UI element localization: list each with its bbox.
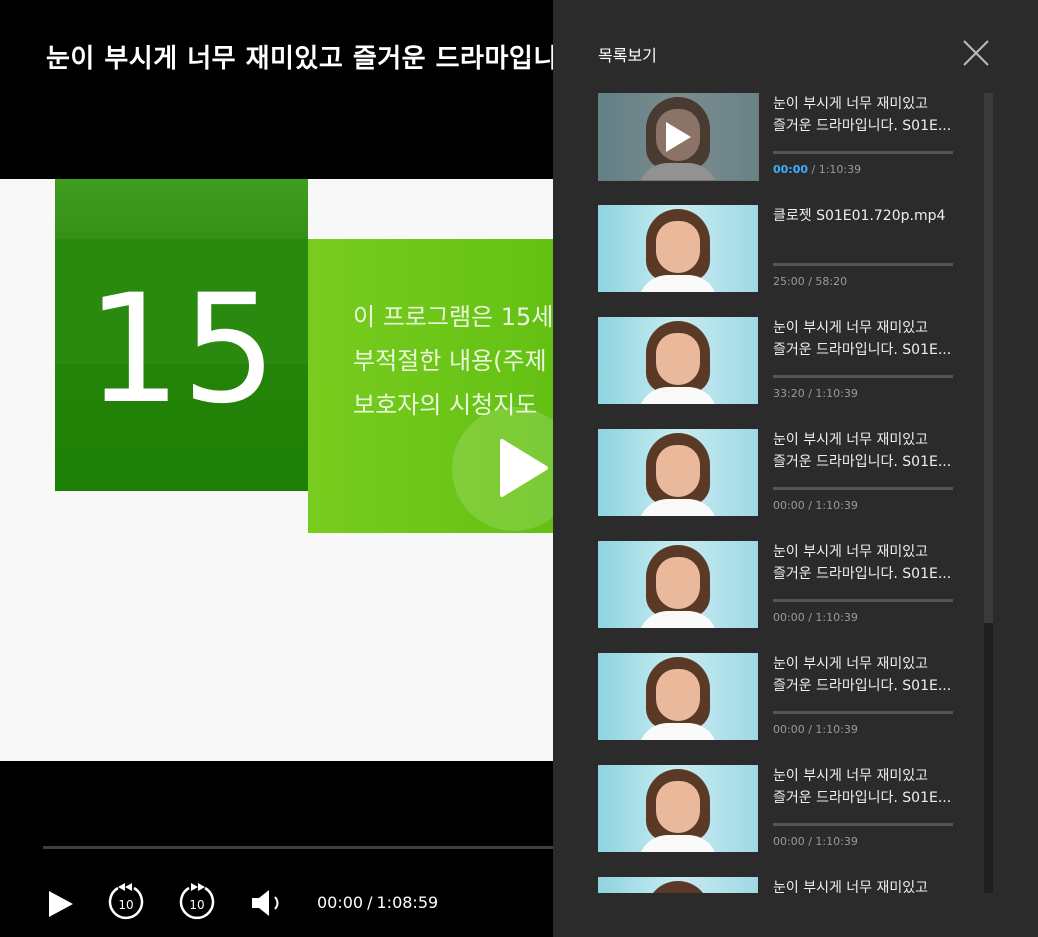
item-title: 눈이 부시게 너무 재미있고 즐거운 드라마입니다. S01E...: [773, 768, 952, 806]
video-player: 눈이 부시게 너무 재미있고 즐거운 드라마입니다 15 이 프로그램은 15세…: [0, 0, 553, 937]
playlist-item[interactable]: 눈이 부시게 너무 재미있고 즐거운 드라마입니다. S01E... 00:00 …: [598, 653, 953, 753]
playlist-title: 목록보기: [598, 46, 657, 65]
volume-button[interactable]: [250, 888, 286, 922]
close-button[interactable]: [963, 40, 989, 66]
item-time: 33:20 / 1:10:39: [773, 387, 858, 400]
time-separator: /: [367, 893, 373, 912]
playlist-item[interactable]: 눈이 부시게 너무 재미있고 즐거운 드라마입니다. S01E... 33:20 …: [598, 317, 953, 417]
age-rating-badge: 15: [55, 179, 308, 491]
item-time: 00:00 / 1:10:39: [773, 835, 858, 848]
item-time: 00:00 / 1:10:39: [773, 723, 858, 736]
video-thumbnail[interactable]: [598, 429, 758, 516]
age-rating-number: 15: [86, 263, 277, 437]
item-title: 눈이 부시게 너무 재미있고: [773, 880, 929, 893]
rewind-seconds: 10: [118, 898, 133, 912]
video-title: 눈이 부시게 너무 재미있고 즐거운 드라마입니다: [46, 44, 553, 74]
playlist-item[interactable]: 눈이 부시게 너무 재미있고: [598, 877, 953, 893]
item-time: 00:00 / 1:10:39: [773, 499, 858, 512]
item-progress-bar: [773, 263, 953, 266]
rewind-10-button[interactable]: 10: [106, 882, 146, 926]
video-thumbnail[interactable]: [598, 541, 758, 628]
total-duration: 1:08:59: [376, 893, 439, 912]
playlist-scrollbar[interactable]: [984, 93, 993, 893]
fast-forward-icon: 10: [179, 883, 215, 920]
item-time: 00:00 / 1:10:39: [773, 163, 862, 176]
video-thumbnail[interactable]: [598, 877, 758, 893]
playlist[interactable]: 눈이 부시게 너무 재미있고 즐거운 드라마입니다. S01E... 00:00 …: [598, 93, 953, 893]
forward-10-button[interactable]: 10: [177, 882, 217, 926]
playlist-item[interactable]: 눈이 부시게 너무 재미있고 즐거운 드라마입니다. S01E... 00:00 …: [598, 429, 953, 529]
play-icon: [500, 439, 548, 497]
playlist-item[interactable]: 클로젯 S01E01.720p.mp4 25:00 / 58:20: [598, 205, 953, 305]
item-progress-bar: [773, 823, 953, 826]
video-thumbnail[interactable]: [598, 765, 758, 852]
current-time: 00:00: [317, 893, 364, 912]
video-thumbnail[interactable]: [598, 317, 758, 404]
seek-bar[interactable]: [43, 846, 553, 849]
item-time: 25:00 / 58:20: [773, 275, 848, 288]
playlist-item[interactable]: 눈이 부시게 너무 재미있고 즐거운 드라마입니다. S01E... 00:00 …: [598, 93, 953, 193]
video-frame[interactable]: 15 이 프로그램은 15세 부적절한 내용(주제 보호자의 시청지도: [0, 179, 553, 761]
item-title: 눈이 부시게 너무 재미있고 즐거운 드라마입니다. S01E...: [773, 656, 952, 694]
forward-seconds: 10: [189, 898, 204, 912]
playlist-panel: 목록보기 눈이 부시게 너무 재미있고 즐거운 드라마입니다. S01E... 0…: [553, 0, 1038, 937]
video-thumbnail[interactable]: [598, 205, 758, 292]
video-thumbnail[interactable]: [598, 653, 758, 740]
player-controls: 10 10 00:00/1:08:59: [0, 870, 553, 930]
volume-icon: [252, 890, 279, 916]
item-title: 눈이 부시게 너무 재미있고 즐거운 드라마입니다. S01E...: [773, 320, 952, 358]
close-icon: [963, 40, 989, 66]
item-progress-bar: [773, 151, 953, 154]
item-progress-bar: [773, 711, 953, 714]
playlist-item[interactable]: 눈이 부시게 너무 재미있고 즐거운 드라마입니다. S01E... 00:00 …: [598, 541, 953, 641]
time-display: 00:00/1:08:59: [317, 893, 438, 912]
item-progress-bar: [773, 487, 953, 490]
rating-notice-line: 부적절한 내용(주제: [353, 347, 547, 375]
play-button[interactable]: [48, 890, 74, 922]
item-progress-bar: [773, 375, 953, 378]
item-time: 00:00 / 1:10:39: [773, 611, 858, 624]
item-title: 눈이 부시게 너무 재미있고 즐거운 드라마입니다. S01E...: [773, 432, 952, 470]
playlist-item[interactable]: 눈이 부시게 너무 재미있고 즐거운 드라마입니다. S01E... 00:00 …: [598, 765, 953, 865]
play-icon: [666, 122, 691, 152]
video-thumbnail[interactable]: [598, 93, 759, 181]
rewind-icon: 10: [108, 883, 144, 920]
play-icon: [49, 891, 73, 917]
scrollbar-thumb[interactable]: [984, 93, 993, 623]
item-title: 눈이 부시게 너무 재미있고 즐거운 드라마입니다. S01E...: [773, 544, 952, 582]
rating-notice-line: 이 프로그램은 15세: [353, 303, 553, 331]
item-title: 클로젯 S01E01.720p.mp4: [773, 208, 946, 224]
item-progress-bar: [773, 599, 953, 602]
item-title: 눈이 부시게 너무 재미있고 즐거운 드라마입니다. S01E...: [773, 96, 952, 134]
